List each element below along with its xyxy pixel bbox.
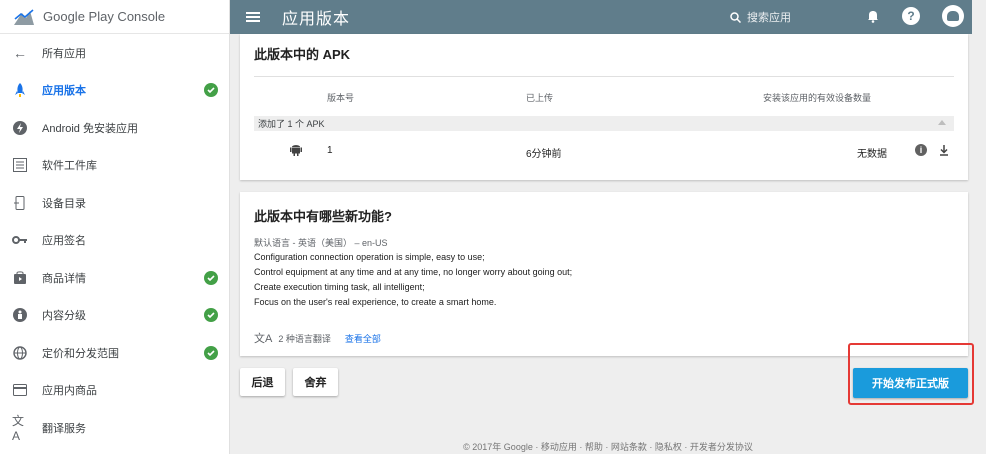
translate-icon: 文A xyxy=(254,333,273,345)
sidebar-item-in-app-products[interactable]: 应用内商品 xyxy=(0,372,229,410)
divider xyxy=(254,76,954,77)
bolt-icon xyxy=(12,120,28,136)
release-note-line: Configuration connection operation is si… xyxy=(254,252,485,262)
check-circle-icon xyxy=(204,83,218,98)
sidebar-item-artifact-library[interactable]: 软件工件库 xyxy=(0,147,229,185)
card-icon xyxy=(12,382,28,398)
release-notes: Configuration connection operation is si… xyxy=(254,250,572,310)
sidebar-item-label: 软件工件库 xyxy=(42,160,97,173)
sidebar-item-device-catalog[interactable]: 设备目录 xyxy=(0,184,229,222)
rocket-icon xyxy=(12,82,28,98)
brand-name: Google Play Console xyxy=(43,9,166,24)
arrow-back-icon: ← xyxy=(13,44,27,61)
top-app-bar: 应用版本 搜索应用 ? xyxy=(230,0,972,34)
release-note-line: Create execution timing task, all intell… xyxy=(254,282,425,292)
device-icon xyxy=(12,195,28,211)
info-icon[interactable]: i xyxy=(915,144,927,156)
sidebar-item-label: 内容分级 xyxy=(42,310,86,323)
back-button[interactable]: 后退 xyxy=(240,368,285,396)
apk-card: 此版本中的 APK 版本号 已上传 安装该应用的有效设备数量 添加了 1 个 A… xyxy=(240,34,968,180)
rating-icon xyxy=(12,307,28,323)
android-icon xyxy=(290,145,302,156)
apk-uploaded: 6分钟前 xyxy=(526,149,562,160)
translations-count: 2 种语言翻译 xyxy=(278,333,331,344)
help-icon[interactable]: ? xyxy=(902,7,920,25)
footer-links[interactable]: © 2017年 Google · 移动应用 · 帮助 · 网站条款 · 隐私权 … xyxy=(230,440,986,453)
translations-row: 文A 2 种语言翻译 查看全部 xyxy=(254,330,381,346)
menu-icon[interactable] xyxy=(246,12,260,22)
globe-icon xyxy=(12,345,28,361)
release-note-line: Control equipment at any time and at any… xyxy=(254,267,573,277)
sidebar-item-app-releases[interactable]: 应用版本 xyxy=(0,72,229,110)
play-console-logo-icon xyxy=(14,8,34,25)
notifications-icon[interactable] xyxy=(866,9,880,23)
search-box[interactable]: 搜索应用 xyxy=(730,0,791,34)
whats-new-title: 此版本中有哪些新功能? xyxy=(254,209,392,224)
key-icon xyxy=(12,232,28,248)
release-note-line: Focus on the user's real experience, to … xyxy=(254,297,497,307)
apk-card-title: 此版本中的 APK xyxy=(254,47,351,62)
check-circle-icon xyxy=(204,308,218,323)
collapse-caret-icon[interactable] xyxy=(938,120,946,125)
translate-icon: 文A xyxy=(12,414,25,444)
sidebar-item-label: 设备目录 xyxy=(42,197,86,210)
sidebar-item-label: 翻译服务 xyxy=(42,422,86,435)
view-all-link[interactable]: 查看全部 xyxy=(345,332,381,345)
search-input[interactable]: 搜索应用 xyxy=(747,9,791,25)
page-title: 应用版本 xyxy=(282,11,351,28)
sidebar-item-label: Android 免安装应用 xyxy=(42,122,138,135)
whats-new-card: 此版本中有哪些新功能? 默认语言 - 英语（美国） – en-US Config… xyxy=(240,192,968,356)
search-icon xyxy=(730,11,741,23)
sidebar-item-label: 应用版本 xyxy=(42,85,86,98)
store-icon xyxy=(12,270,28,286)
column-header-version: 版本号 xyxy=(327,93,355,103)
start-production-rollout-button[interactable]: 开始发布正式版 xyxy=(853,368,968,398)
sidebar-item-pricing-distribution[interactable]: 定价和分发范围 xyxy=(0,334,229,372)
discard-button[interactable]: 舍弃 xyxy=(293,368,338,396)
check-circle-icon xyxy=(204,345,218,360)
download-icon[interactable] xyxy=(939,144,949,156)
sidebar: Google Play Console ← 所有应用 应用版本 Android … xyxy=(0,0,230,454)
sidebar-item-app-signing[interactable]: 应用签名 xyxy=(0,222,229,260)
sidebar-item-label: 应用签名 xyxy=(42,235,86,248)
brand[interactable]: Google Play Console xyxy=(0,0,229,34)
sidebar-item-label: 商品详情 xyxy=(42,272,86,285)
apk-devices: 无数据 xyxy=(857,149,887,160)
check-circle-icon xyxy=(204,270,218,285)
sidebar-item-label: 所有应用 xyxy=(42,47,86,60)
sidebar-item-label: 定价和分发范围 xyxy=(42,347,119,360)
sidebar-item-translation[interactable]: 文A 翻译服务 xyxy=(0,409,229,447)
sidebar-item-store-listing[interactable]: 商品详情 xyxy=(0,259,229,297)
default-language: 默认语言 - 英语（美国） – en-US xyxy=(254,238,388,248)
apk-group-row[interactable]: 添加了 1 个 APK xyxy=(254,116,954,131)
account-avatar[interactable] xyxy=(942,5,964,27)
column-header-uploaded: 已上传 xyxy=(526,93,554,103)
apk-group-label: 添加了 1 个 APK xyxy=(258,119,325,129)
column-header-devices: 安装该应用的有效设备数量 xyxy=(763,93,872,103)
sidebar-item-instant-apps[interactable]: Android 免安装应用 xyxy=(0,109,229,147)
apk-version: 1 xyxy=(327,145,333,156)
sidebar-item-content-rating[interactable]: 内容分级 xyxy=(0,297,229,335)
sidebar-item-all-apps[interactable]: ← 所有应用 xyxy=(0,34,229,72)
library-icon xyxy=(12,157,28,173)
sidebar-item-label: 应用内商品 xyxy=(42,385,97,398)
